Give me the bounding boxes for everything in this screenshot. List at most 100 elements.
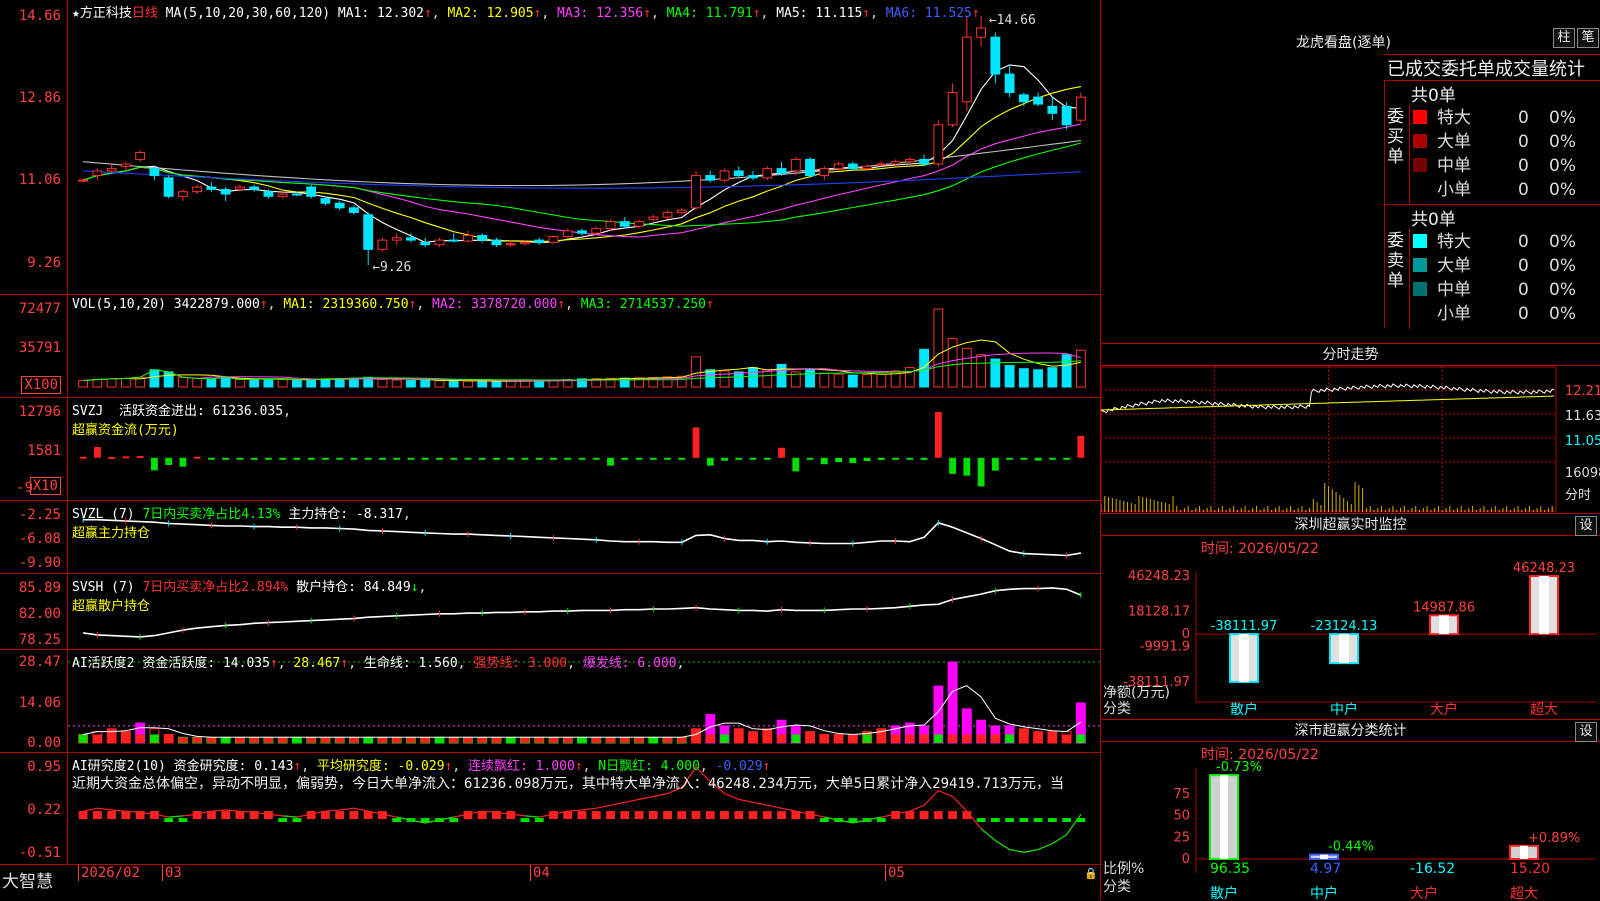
sz-bar-shine: [1339, 634, 1349, 664]
sz-bar-shine: [1439, 615, 1449, 635]
fenshi-panel[interactable]: 分时走势 12.21 11.63 11.05 16098 分时: [1100, 343, 1600, 513]
candle: [904, 158, 915, 163]
svsh-pane[interactable]: 85.89 82.00 78.25 SVSH (7) 7日内买卖净占比2.894…: [0, 574, 1100, 650]
ai-research-pane[interactable]: 0.95 0.22 -0.51 AI研究度2(10) 资金研究度: 0.143↑…: [0, 753, 1100, 865]
sz-monitor-settings-button[interactable]: 设: [1575, 516, 1597, 536]
active-base: [321, 737, 330, 743]
fund-flow-bar: [421, 457, 429, 460]
candle: [477, 234, 488, 241]
active-base: [335, 737, 345, 743]
tick-mode-button[interactable]: 笔: [1577, 28, 1599, 48]
lock-icon[interactable]: 🔒: [1084, 867, 1098, 880]
date-label: 03: [162, 865, 182, 881]
volume-bar: [762, 369, 773, 388]
sz-class-panel[interactable]: 深市超赢分类统计 设 时间: 2026/05/22 75 50 25 0 -0.73% 9…: [1100, 719, 1600, 901]
svzj-pane[interactable]: 12796 1581 -9 X10 SVZJ 活跃资金进出: 61236.035…: [0, 398, 1100, 501]
active-base: [92, 734, 102, 743]
volume-bar: [263, 378, 274, 388]
y-tick: -6.08: [18, 531, 61, 547]
fund-flow-bar: [1077, 435, 1085, 458]
candle: [990, 36, 1001, 75]
svzl-pane[interactable]: -2.25 -6.08 -9.90 SVZL (7) 7日内买卖净占比4.13%…: [0, 501, 1100, 574]
svsh-ratio: 7日内买卖净占比2.894%: [142, 580, 289, 595]
fund-flow-bar: [236, 457, 244, 460]
vol-def: VOL(5,10,20): [72, 297, 166, 312]
active-base: [392, 737, 402, 743]
ai1-def: AI活跃度2: [72, 656, 135, 671]
sz-monitor-panel[interactable]: 深圳超赢实时监控 设 时间: 2026/05/22 46248.23 18128.…: [1100, 513, 1600, 719]
research-bar: [449, 818, 459, 823]
research-bar: [705, 811, 715, 820]
research-bar: [392, 818, 402, 823]
sc-bar-shine: [1320, 854, 1328, 859]
y-tick: 82.00: [18, 606, 61, 622]
ma4-value: MA4: 11.791: [666, 6, 753, 21]
research-bar: [1062, 818, 1072, 823]
volume-bar: [1061, 354, 1072, 388]
active-base: [876, 734, 886, 743]
svsh-value: 散户持仓: 84.849: [296, 580, 411, 595]
fund-flow-bar: [678, 457, 686, 460]
active-base: [634, 737, 644, 743]
period-label[interactable]: 日线: [132, 6, 158, 21]
sc-y-tick: 25: [1173, 830, 1190, 845]
active-base: [1062, 734, 1072, 743]
active-base: [221, 737, 231, 743]
sz-category: 超大: [1530, 702, 1558, 718]
research-bar: [178, 818, 188, 823]
sz-y-tick: 18128.17: [1128, 604, 1190, 619]
candle: [234, 186, 245, 190]
fund-flow-bar: [436, 457, 443, 460]
volume-bar: [120, 377, 131, 388]
ma-line-5: [82, 64, 1081, 244]
fund-flow-bar: [521, 457, 529, 460]
sc-category: 超大: [1510, 886, 1538, 901]
fund-flow-bar: [906, 457, 914, 460]
research-bar: [691, 811, 701, 820]
lhb-title: 龙虎看盘(逐单): [1296, 35, 1391, 51]
ai-active-pane[interactable]: 28.47 14.06 0.00 AI活跃度2 资金活跃度: 14.035↑, …: [0, 650, 1100, 753]
sz-xlabel: 分类: [1103, 701, 1131, 717]
kline-plot[interactable]: ←14.66 ←9.26: [68, 0, 1100, 294]
sc-top-label: -0.44%: [1328, 840, 1374, 855]
research-bar: [748, 811, 758, 820]
volume-bar: [434, 380, 445, 388]
research-bar: [620, 811, 630, 820]
ai2-nred: N日飘红: 4.000: [598, 759, 700, 774]
sz-y-tick: -9991.9: [1140, 640, 1190, 655]
candle: [420, 241, 431, 246]
candle: [634, 221, 644, 227]
candle: [192, 186, 203, 193]
candle: [434, 239, 445, 246]
candle: [391, 237, 402, 241]
ai1-burst: 爆发线: 6.000: [582, 656, 677, 671]
sell-row: 大单 0 0%: [1413, 254, 1600, 278]
vol-value: 3422879.000: [173, 297, 260, 312]
min-price-label: ←9.26: [372, 260, 411, 275]
sz-class-settings-button[interactable]: 设: [1575, 722, 1597, 742]
y-tick: 35791: [18, 340, 61, 356]
volume-bar: [106, 378, 117, 388]
bar-mode-button[interactable]: 柱: [1553, 28, 1575, 48]
research-bar: [848, 818, 858, 823]
sc-top-label: +0.89%: [1528, 831, 1580, 846]
research-bar: [648, 811, 658, 820]
kline-pane[interactable]: 14.66 12.86 11.06 9.26 ←14.66 ←9.26 ★方正科技…: [0, 0, 1100, 295]
volume-bar: [192, 377, 203, 388]
fund-flow-bar: [336, 457, 344, 460]
candle: [120, 163, 131, 167]
research-bar: [1047, 818, 1057, 823]
vol-ma-line: [83, 339, 1082, 382]
y-tick: 9.26: [27, 255, 61, 271]
fund-flow-bar: [963, 457, 971, 476]
fund-flow-bar: [592, 457, 600, 460]
sc-category: 散户: [1210, 885, 1238, 901]
candle: [92, 170, 103, 177]
volume-bar: [819, 372, 830, 388]
sz-bar-shine: [1239, 634, 1249, 682]
ai2-def: AI研究度2(10): [72, 759, 166, 774]
candle: [676, 209, 687, 213]
vol-pane[interactable]: 72477 35791 X100 VOL(5,10,20) 3422879.00…: [0, 295, 1100, 398]
candle: [548, 235, 559, 243]
active-base: [206, 737, 216, 743]
